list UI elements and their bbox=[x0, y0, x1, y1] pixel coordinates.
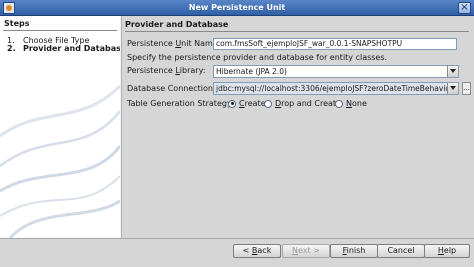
window-title: New Persistence Unit bbox=[188, 3, 286, 12]
database-connection-value: jdbc:mysql://localhost:3306/ejemploJSF?z… bbox=[216, 84, 459, 93]
panel-title-rule bbox=[125, 31, 469, 32]
step-provider-and-database: 2. Provider and Database bbox=[7, 44, 126, 53]
steps-header: Steps bbox=[4, 19, 30, 28]
wizard-content: Provider and Database Persistence Unit N… bbox=[122, 16, 474, 238]
persistence-library-value: Hibernate (JPA 2.0) bbox=[216, 67, 287, 76]
panel-title: Provider and Database bbox=[125, 20, 229, 29]
radio-create[interactable]: Create bbox=[228, 99, 266, 108]
hint-text: Specify the persistence provider and dat… bbox=[127, 53, 388, 62]
button-bar-separator bbox=[0, 238, 474, 239]
steps-panel: Steps 1. Choose File Type 2. Provider and … bbox=[0, 16, 126, 238]
persistence-library-select[interactable]: Hibernate (JPA 2.0) bbox=[213, 65, 459, 78]
database-connection-browse-button[interactable]: ... bbox=[462, 82, 471, 95]
persistence-library-label: Persistence Library: bbox=[127, 66, 206, 75]
database-connection-select[interactable]: jdbc:mysql://localhost:3306/ejemploJSF?z… bbox=[213, 82, 459, 95]
table-generation-strategy-label: Table Generation Strategy: bbox=[127, 99, 234, 108]
step-number: 2. bbox=[7, 44, 16, 53]
unit-name-label: Persistence Unit Name: bbox=[127, 39, 221, 48]
help-button[interactable]: Help bbox=[424, 244, 470, 258]
close-button[interactable]: × bbox=[458, 2, 471, 14]
next-button[interactable]: Next > bbox=[282, 244, 330, 258]
chevron-down-icon[interactable] bbox=[447, 83, 458, 94]
back-button[interactable]: < Back bbox=[233, 244, 281, 258]
radio-none[interactable]: None bbox=[335, 99, 367, 108]
radio-unselected-icon[interactable] bbox=[335, 99, 343, 108]
step-label: Provider and Database bbox=[23, 44, 127, 53]
database-connection-label: Database Connection: bbox=[127, 84, 216, 93]
chevron-down-icon[interactable] bbox=[447, 66, 458, 77]
steps-divider bbox=[3, 30, 117, 31]
cancel-button[interactable]: Cancel bbox=[377, 244, 425, 258]
finish-button[interactable]: Finish bbox=[330, 244, 378, 258]
title-bar[interactable]: New Persistence Unit × bbox=[0, 0, 474, 16]
radio-drop-and-create[interactable]: Drop and Create bbox=[264, 99, 341, 108]
radio-selected-icon[interactable] bbox=[228, 99, 236, 108]
radio-unselected-icon[interactable] bbox=[264, 99, 272, 108]
unit-name-field[interactable]: com.fmsSoft_ejemploJSF_war_0.0.1-SNAPSHO… bbox=[213, 38, 457, 50]
